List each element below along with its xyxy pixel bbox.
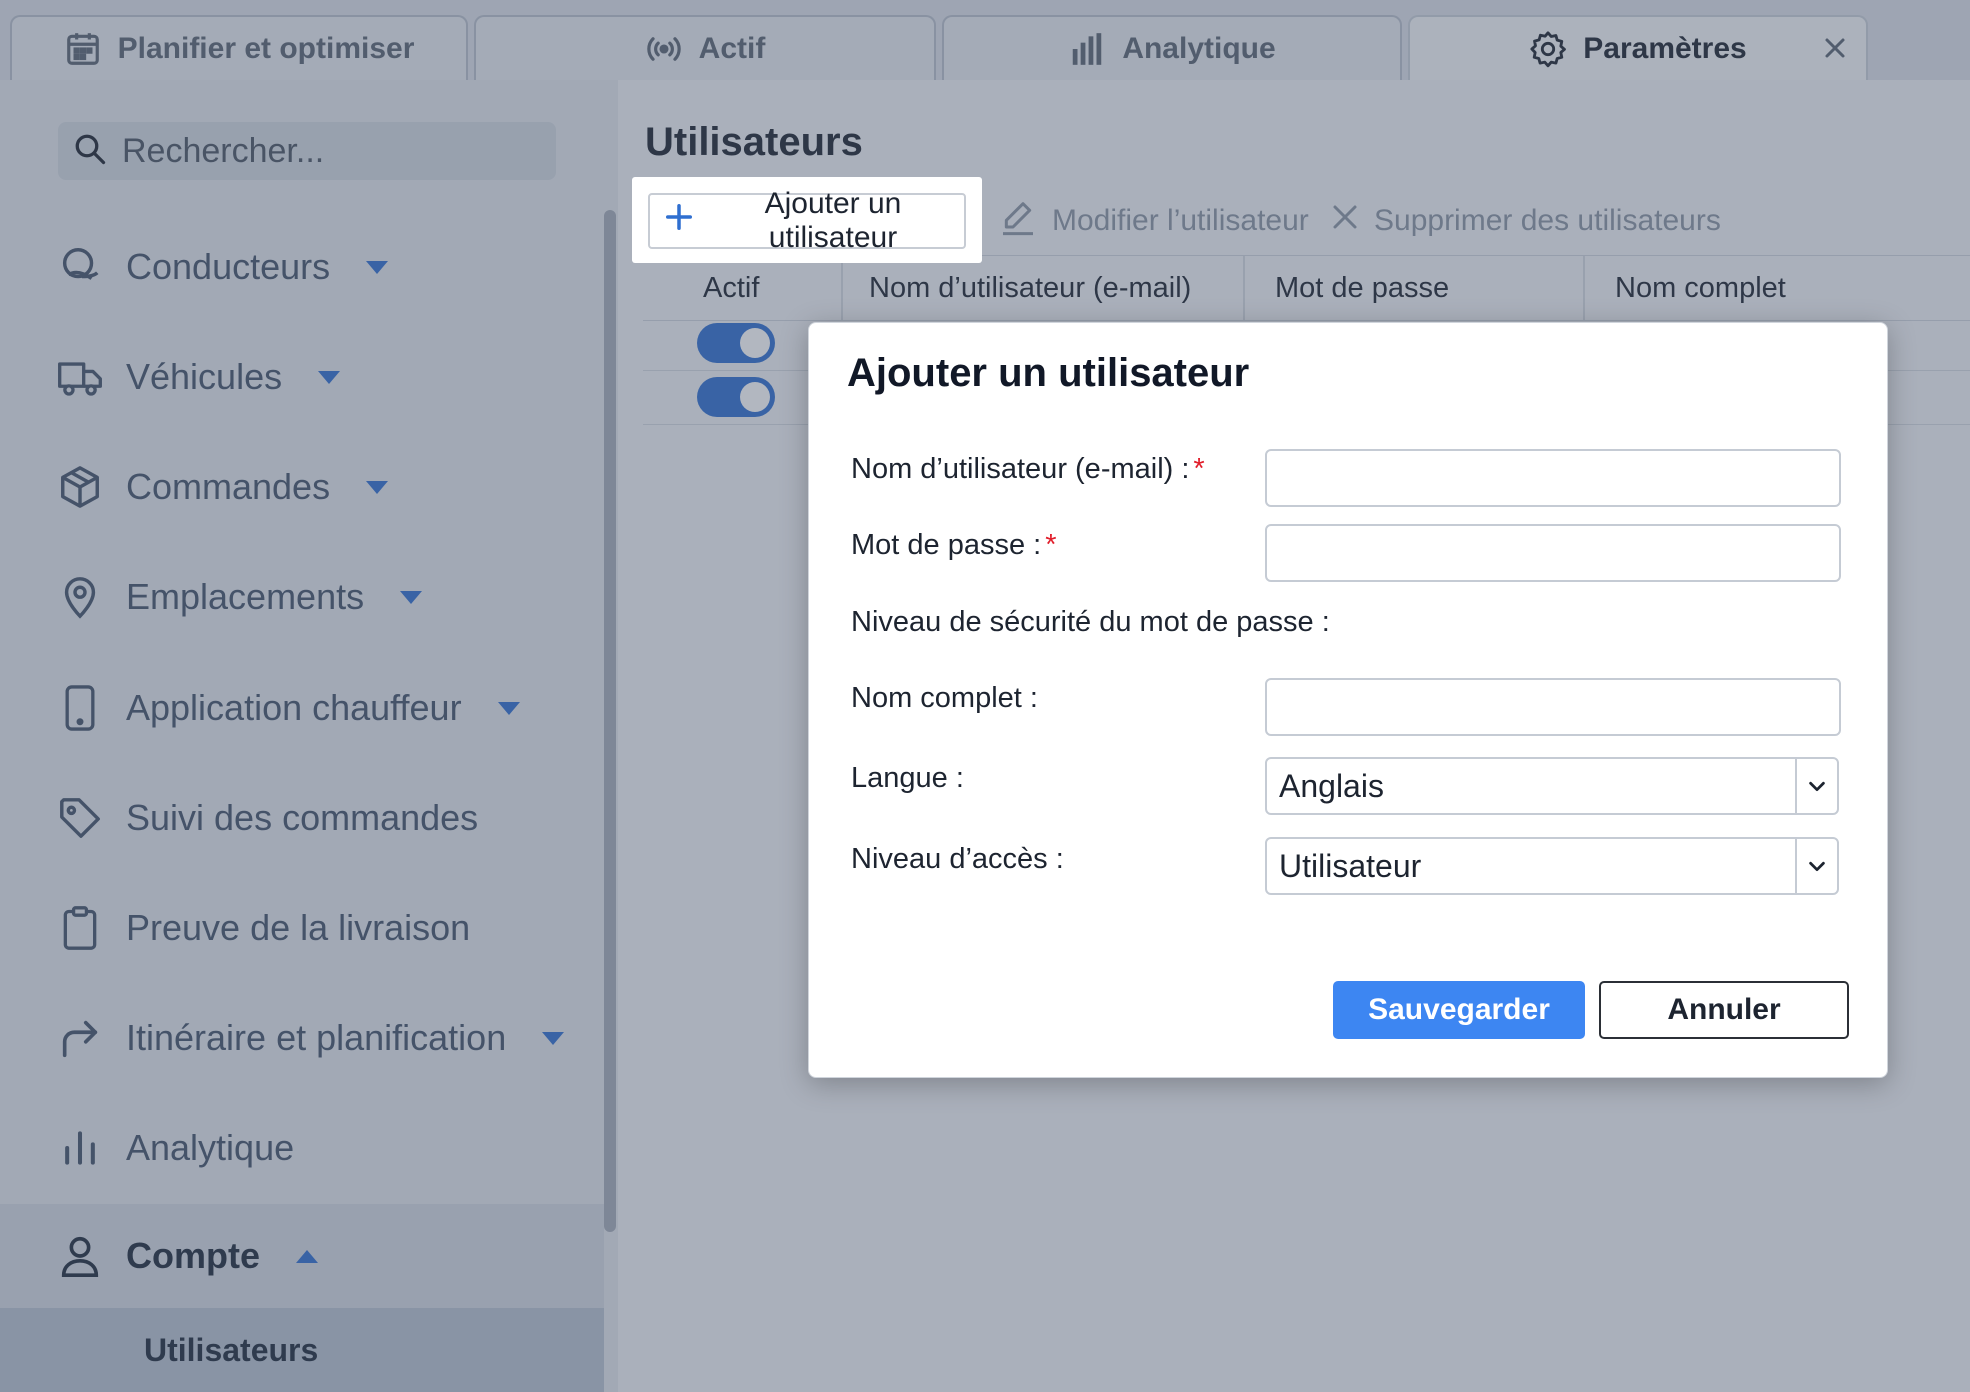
username-label-text: Nom d’utilisateur (e-mail) : (851, 453, 1190, 485)
required-marker: * (1193, 453, 1205, 485)
fullname-input[interactable] (1265, 678, 1841, 736)
username-input[interactable] (1265, 449, 1841, 507)
access-level-value: Utilisateur (1279, 847, 1422, 884)
fullname-field-label: Nom complet : (851, 682, 1038, 714)
required-marker: * (1045, 529, 1057, 561)
password-strength-label: Niveau de sécurité du mot de passe : (851, 606, 1330, 638)
language-field-label: Langue : (851, 762, 964, 794)
chevron-down-icon[interactable] (1795, 839, 1837, 893)
password-label-text: Mot de passe : (851, 529, 1042, 561)
add-user-label: Ajouter un utilisateur (764, 187, 902, 254)
add-user-dialog: Ajouter un utilisateur Nom d’utilisateur… (808, 322, 1888, 1078)
chevron-down-icon[interactable] (1795, 759, 1837, 813)
plus-icon (664, 202, 694, 240)
language-value: Anglais (1279, 767, 1384, 804)
highlighted-add-area: Ajouter un utilisateur (632, 177, 982, 263)
language-select[interactable]: Anglais (1265, 757, 1839, 815)
save-button[interactable]: Sauvegarder (1333, 981, 1585, 1039)
password-input[interactable] (1265, 524, 1841, 582)
username-field-label: Nom d’utilisateur (e-mail) : * (851, 453, 1205, 486)
add-user-button[interactable]: Ajouter un utilisateur (648, 187, 966, 254)
cancel-button[interactable]: Annuler (1599, 981, 1849, 1039)
dialog-title: Ajouter un utilisateur (847, 351, 1250, 395)
access-level-select[interactable]: Utilisateur (1265, 837, 1839, 895)
password-field-label: Mot de passe : * (851, 529, 1057, 562)
access-level-field-label: Niveau d’accès : (851, 843, 1064, 875)
